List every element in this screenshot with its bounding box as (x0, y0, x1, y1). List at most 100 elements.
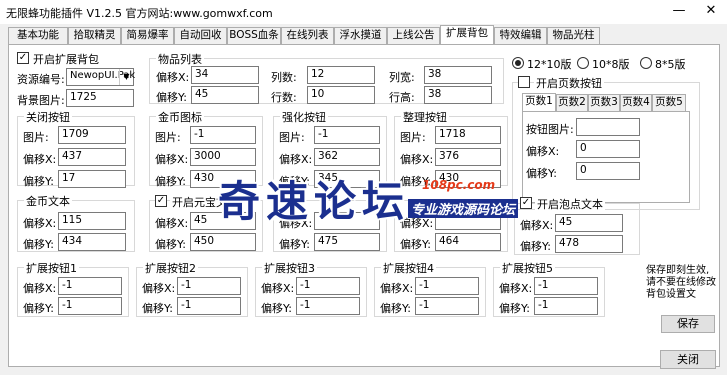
item-offset-x-label: 偏移X: (156, 71, 190, 84)
page-button-checkbox[interactable] (518, 76, 530, 88)
page-offset-x-label: 偏移X: (526, 145, 560, 158)
bubble-x-input[interactable]: 45 (555, 214, 623, 232)
ext3-y-input[interactable]: -1 (296, 297, 360, 315)
enable-bag-checkbox[interactable]: ✓ (17, 52, 29, 64)
page-tab-5[interactable]: 页数5 (652, 94, 686, 111)
ext2-x-input[interactable]: -1 (177, 277, 241, 295)
tab-item-beam[interactable]: 物品光柱 (547, 27, 600, 44)
tab-bar: 基本功能 拾取精灵 简易爆率 自动回收 BOSS血条 在线列表 浮水摸道 上线公… (8, 25, 720, 45)
page-button-label: 开启页数按钮 (534, 75, 604, 91)
tab-pickup[interactable]: 拾取精灵 (68, 27, 121, 44)
close-image-input[interactable]: 1709 (58, 126, 126, 144)
tab-droprate[interactable]: 简易爆率 (121, 27, 174, 44)
ext5-y-input[interactable]: -1 (534, 297, 598, 315)
forum-site-watermark: 108pc.com (422, 178, 496, 192)
col-width-label: 列宽: (389, 71, 415, 84)
gold-image-input[interactable]: -1 (190, 126, 256, 144)
cols-input[interactable]: 12 (307, 66, 375, 84)
yuanbao-text-checkbox[interactable]: ✓ (155, 195, 167, 207)
page-tab-3[interactable]: 页数3 (588, 94, 620, 111)
layout-8x5-radio[interactable] (640, 57, 652, 69)
ext3-y-label: 偏移Y: (261, 302, 292, 315)
layout-8x5-label: 8*5版 (655, 58, 686, 71)
close-dialog-button[interactable]: 关闭 (660, 350, 716, 369)
yuanbao-y-label: 偏移Y: (155, 238, 186, 251)
tab-boss-hp[interactable]: BOSS血条 (227, 27, 281, 44)
ext2-x-label: 偏移X: (142, 282, 176, 295)
right-y-label: 偏移Y: (400, 238, 431, 251)
ext-button-5-title: 扩展按钮5 (500, 260, 555, 276)
ext4-y-input[interactable]: -1 (415, 297, 479, 315)
tab-announce[interactable]: 上线公告 (387, 27, 440, 44)
page-tab-2[interactable]: 页数2 (556, 94, 588, 111)
right-y-input[interactable]: 464 (435, 233, 501, 251)
bubble-text-checkbox[interactable]: ✓ (520, 197, 532, 209)
yuanbao-y-input[interactable]: 450 (190, 233, 256, 251)
tab-float[interactable]: 浮水摸道 (334, 27, 387, 44)
layout-10x8-label: 10*8版 (592, 58, 630, 71)
save-button[interactable]: 保存 (661, 315, 715, 333)
close-button-title: 关闭按钮 (24, 109, 72, 125)
resource-select[interactable]: NewopUI.Pak ▼ (66, 68, 135, 86)
mid-y-label: 偏移Y: (279, 238, 310, 251)
ext3-x-input[interactable]: -1 (296, 277, 360, 295)
sort-image-input[interactable]: 1718 (435, 126, 501, 144)
ext2-y-input[interactable]: -1 (177, 297, 241, 315)
page-offset-y-input[interactable]: 0 (576, 162, 640, 180)
item-offset-y-input[interactable]: 45 (191, 86, 259, 104)
forum-sub-watermark: 专业游戏源码论坛 (408, 199, 519, 218)
gold-offset-x-input[interactable]: 3000 (190, 148, 256, 166)
strengthen-image-input[interactable]: -1 (314, 126, 380, 144)
sort-image-label: 图片: (400, 131, 426, 144)
ext5-x-input[interactable]: -1 (534, 277, 598, 295)
strengthen-offset-x-input[interactable]: 362 (314, 148, 380, 166)
ext4-y-label: 偏移Y: (380, 302, 411, 315)
tab-effects[interactable]: 特效编辑 (494, 27, 547, 44)
ext1-y-input[interactable]: -1 (58, 297, 122, 315)
ext5-x-label: 偏移X: (499, 282, 533, 295)
gold-text-y-label: 偏移Y: (23, 238, 54, 251)
mid-y-input[interactable]: 475 (314, 233, 380, 251)
ext4-x-label: 偏移X: (380, 282, 414, 295)
item-offset-x-input[interactable]: 34 (191, 66, 259, 84)
strengthen-offset-x-label: 偏移X: (279, 153, 313, 166)
gold-text-x-label: 偏移X: (23, 217, 57, 230)
close-offset-y-input[interactable]: 17 (58, 170, 126, 188)
item-offset-y-label: 偏移Y: (156, 91, 187, 104)
page-offset-y-label: 偏移Y: (526, 167, 557, 180)
page-tab-4[interactable]: 页数4 (620, 94, 652, 111)
bubble-x-label: 偏移X: (520, 219, 554, 232)
sort-offset-x-input[interactable]: 376 (435, 148, 501, 166)
gold-offset-y-label: 偏移Y: (155, 175, 186, 188)
tab-basic[interactable]: 基本功能 (8, 27, 68, 44)
bubble-y-input[interactable]: 478 (555, 235, 623, 253)
bubble-text-label: 开启泡点文本 (535, 196, 605, 212)
ext-button-4-title: 扩展按钮4 (381, 260, 436, 276)
ext1-y-label: 偏移Y: (23, 302, 54, 315)
row-height-input[interactable]: 38 (424, 86, 492, 104)
layout-10x8-radio[interactable] (577, 57, 589, 69)
layout-12x10-label: 12*10版 (527, 58, 572, 71)
strengthen-image-label: 图片: (279, 131, 305, 144)
minimize-button[interactable]: — (664, 0, 694, 24)
gold-text-x-input[interactable]: 115 (58, 212, 126, 230)
rows-input[interactable]: 10 (307, 86, 375, 104)
tab-online-list[interactable]: 在线列表 (281, 27, 334, 44)
gold-icon-title: 金币图标 (156, 109, 204, 125)
page-offset-x-input[interactable]: 0 (576, 140, 640, 158)
resource-label: 资源编号: (17, 73, 65, 86)
bg-image-input[interactable]: 1725 (66, 89, 134, 107)
ext4-x-input[interactable]: -1 (415, 277, 479, 295)
ext1-x-input[interactable]: -1 (58, 277, 122, 295)
close-offset-x-input[interactable]: 437 (58, 148, 126, 166)
tab-extend-bag[interactable]: 扩展背包 (440, 25, 494, 44)
layout-12x10-radio[interactable] (512, 57, 524, 69)
page-tab-1[interactable]: 页数1 (522, 93, 556, 111)
tab-recycle[interactable]: 自动回收 (174, 27, 227, 44)
row-height-label: 行高: (389, 91, 415, 104)
close-window-button[interactable]: ✕ (696, 0, 726, 24)
col-width-input[interactable]: 38 (424, 66, 492, 84)
ext-button-2-title: 扩展按钮2 (143, 260, 198, 276)
page-image-input[interactable] (576, 118, 640, 136)
gold-text-y-input[interactable]: 434 (58, 233, 126, 251)
